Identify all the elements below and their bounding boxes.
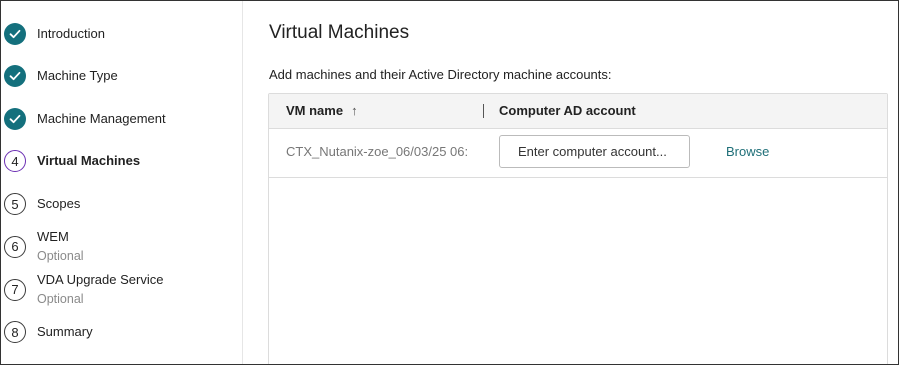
- vm-table: VM name ↑ Computer AD account CTX_Nutani…: [268, 93, 888, 364]
- checkmark-icon: [4, 108, 26, 130]
- page-title: Virtual Machines: [269, 22, 410, 43]
- step-label: Machine Type: [37, 68, 118, 83]
- step-label: Machine Management: [37, 111, 166, 126]
- column-header-label: Computer AD account: [499, 103, 636, 118]
- step-label: VDA Upgrade Service: [37, 272, 164, 287]
- step-label: Introduction: [37, 26, 105, 41]
- page-description: Add machines and their Active Directory …: [269, 67, 612, 82]
- column-resize-handle[interactable]: [483, 104, 484, 118]
- step-vda-upgrade-service[interactable]: 7 VDA Upgrade Service Optional: [4, 272, 163, 307]
- step-label: Summary: [37, 324, 93, 339]
- step-number-badge: 8: [4, 321, 26, 343]
- wizard-sidebar: Introduction Machine Type Machine Manage…: [1, 1, 243, 364]
- step-number-badge: 5: [4, 193, 26, 215]
- step-summary[interactable]: 8 Summary: [4, 321, 93, 343]
- step-machine-management[interactable]: Machine Management: [4, 108, 166, 130]
- step-number-badge: 4: [4, 150, 26, 172]
- step-scopes[interactable]: 5 Scopes: [4, 193, 80, 215]
- step-optional-note: Optional: [37, 292, 84, 306]
- column-header-label: VM name: [286, 103, 344, 118]
- table-row: CTX_Nutanix-zoe_06/03/25 06: Browse: [269, 129, 887, 178]
- step-label: WEM: [37, 229, 69, 244]
- browse-link[interactable]: Browse: [726, 144, 769, 159]
- sort-ascending-icon[interactable]: ↑: [351, 103, 358, 118]
- step-virtual-machines[interactable]: 4 Virtual Machines: [4, 150, 140, 172]
- column-header-vm-name[interactable]: VM name ↑: [286, 103, 358, 118]
- step-wem[interactable]: 6 WEM Optional: [4, 229, 84, 264]
- step-number-badge: 6: [4, 235, 26, 258]
- checkmark-icon: [4, 65, 26, 87]
- step-number-badge: 7: [4, 278, 26, 301]
- computer-account-input[interactable]: [499, 135, 690, 168]
- step-label: Virtual Machines: [37, 153, 141, 168]
- checkmark-icon: [4, 23, 26, 45]
- step-machine-type[interactable]: Machine Type: [4, 65, 118, 87]
- step-optional-note: Optional: [37, 249, 84, 263]
- column-header-computer-ad-account[interactable]: Computer AD account: [499, 103, 636, 118]
- vm-name-cell: CTX_Nutanix-zoe_06/03/25 06:: [286, 144, 469, 159]
- step-introduction[interactable]: Introduction: [4, 23, 105, 45]
- step-label: Scopes: [37, 196, 81, 211]
- table-header: VM name ↑ Computer AD account: [269, 94, 887, 129]
- wizard-window: Introduction Machine Type Machine Manage…: [0, 0, 899, 365]
